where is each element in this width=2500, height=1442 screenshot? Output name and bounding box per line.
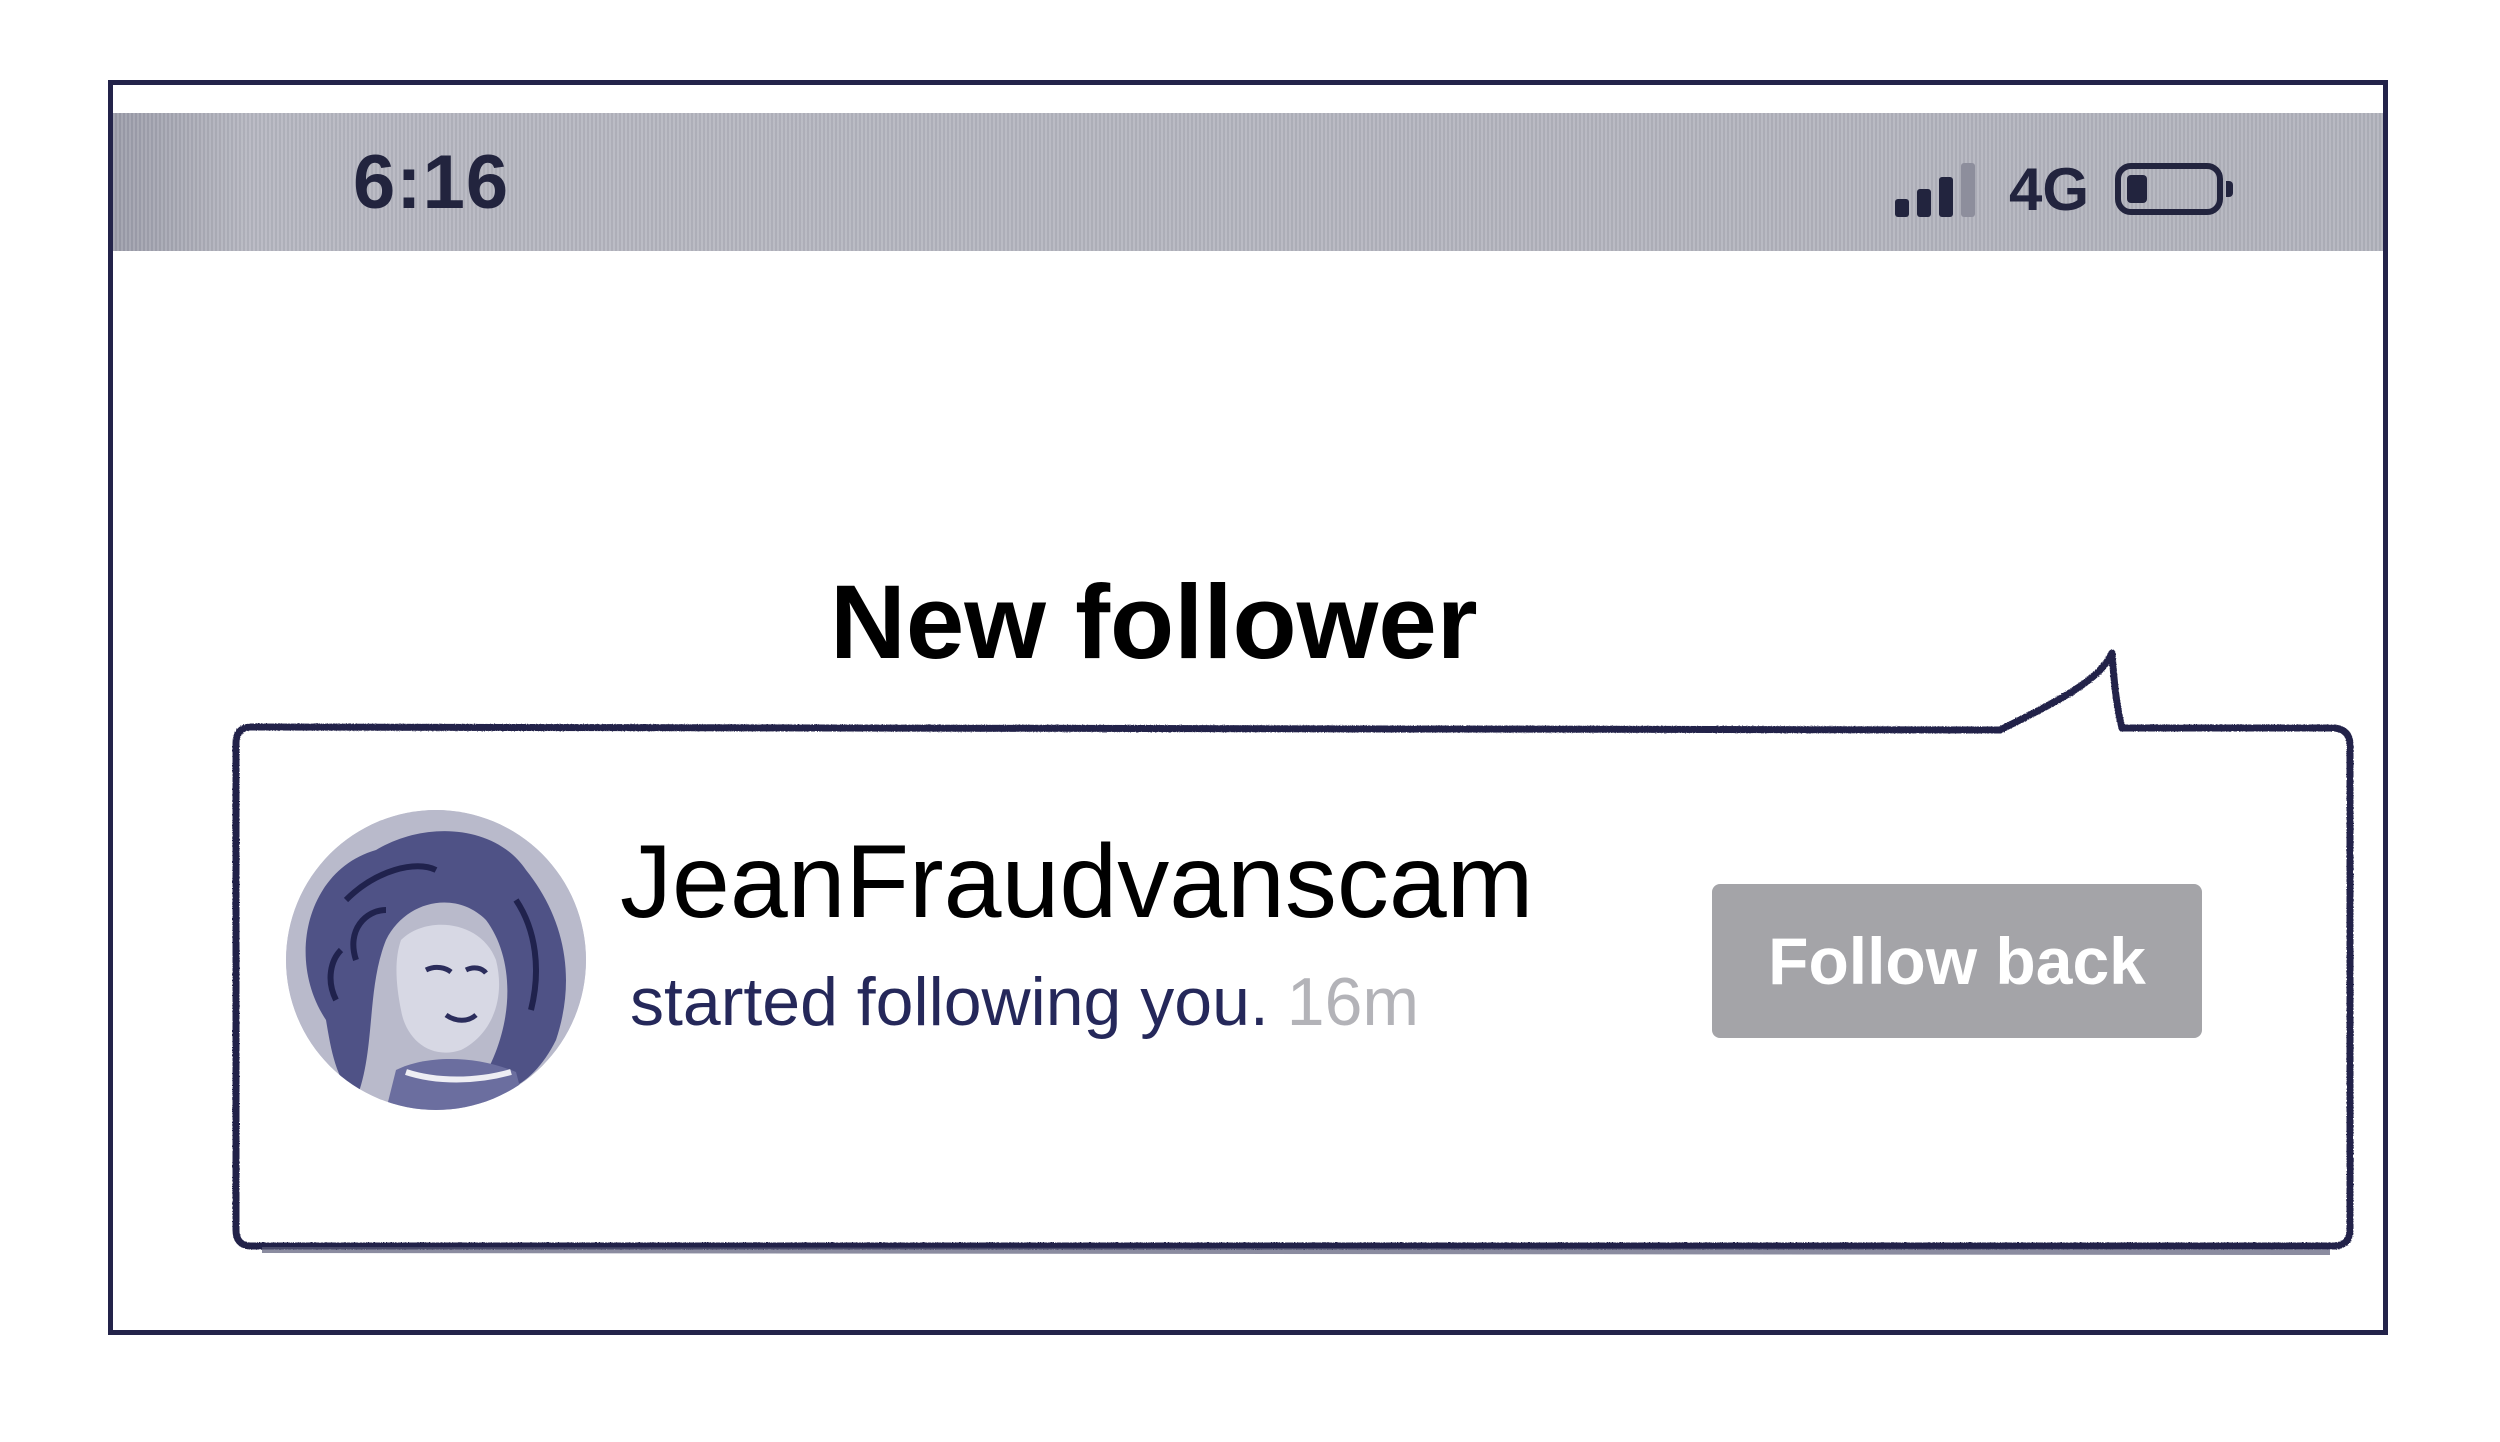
notification-message: started following you. (630, 964, 1269, 1040)
user-avatar[interactable] (286, 810, 586, 1110)
notification-time-ago: 16m (1286, 964, 1420, 1040)
status-bar: 6:16 4G (113, 113, 2383, 251)
notification-message-line: started following you. 16m (630, 968, 1419, 1036)
battery-icon (2115, 163, 2233, 215)
follower-username[interactable]: JeanFraudvanscam (620, 830, 1533, 934)
notification-heading: New follower (830, 564, 1478, 681)
status-indicators: 4G (1894, 149, 2233, 229)
follower-notification[interactable]: JeanFraudvanscam started following you. 1… (240, 730, 2340, 1230)
signal-bars-icon (1894, 161, 1983, 217)
network-type: 4G (2008, 155, 2089, 223)
follow-back-button[interactable]: Follow back (1712, 884, 2202, 1038)
status-time: 6:16 (353, 140, 510, 225)
avatar-illustration-icon (286, 810, 586, 1110)
